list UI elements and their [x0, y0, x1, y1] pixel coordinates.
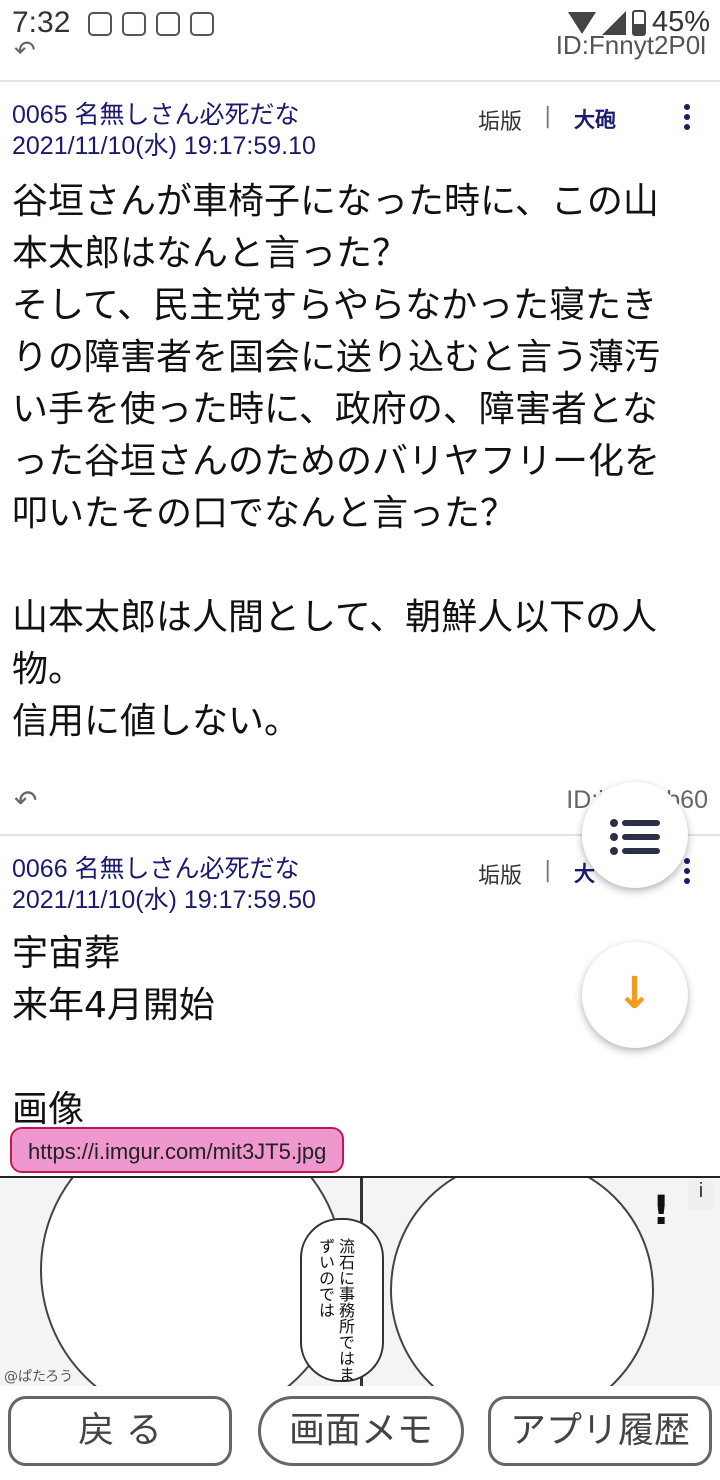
divider	[0, 80, 720, 82]
reply-icon[interactable]: ↶	[14, 784, 37, 817]
post-body: 宇宙葬 来年4月開始 画像	[12, 933, 215, 1130]
phone-icon	[122, 12, 146, 36]
post-body: 谷垣さんが車椅子になった時に、この山本太郎はなんと言った？ そして、民主党すらや…	[12, 181, 661, 742]
signal-icon	[601, 10, 626, 35]
separator: |	[544, 104, 552, 129]
illustration-face	[40, 1178, 344, 1386]
info-badge-icon[interactable]: i	[688, 1180, 714, 1210]
post-header[interactable]: 0066 名無しさん必死だな 2021/11/10(水) 19:17:59.50	[12, 854, 462, 916]
notification-icon	[88, 12, 112, 36]
more-options-icon[interactable]	[684, 104, 694, 134]
arrow-down-icon: ↓	[616, 968, 653, 1019]
image-thumbnail[interactable]: 流石に事務所ではまずいのでは ! i @ぱたろう	[0, 1176, 720, 1386]
separator: |	[544, 858, 552, 883]
illustration-face	[390, 1178, 654, 1386]
status-notification-icons	[88, 12, 214, 36]
image-link[interactable]: https://i.imgur.com/mit3JT5.jpg	[10, 1127, 345, 1173]
post-0065: 0065 名無しさん必死だな 2021/11/10(水) 19:17:59.10…	[0, 100, 720, 830]
bottom-bar: 戻 る 画面メモ アプリ履歴	[0, 1386, 720, 1480]
speech-bubble-text: 流石に事務所ではまずいのでは	[316, 1238, 355, 1382]
post-header[interactable]: 0065 名無しさん必死だな 2021/11/10(水) 19:17:59.10	[12, 100, 462, 162]
battery-icon	[631, 9, 646, 36]
battery-percent: 45%	[651, 6, 710, 38]
list-icon	[610, 819, 660, 862]
phone-icon	[156, 12, 180, 36]
status-time: 7:32	[12, 6, 71, 39]
exclamation-mark: !	[652, 1188, 671, 1234]
screen-memo-button[interactable]: 画面メモ	[258, 1396, 464, 1466]
scroll-down-button[interactable]: ↓	[582, 942, 688, 1048]
image-watermark: @ぱたろう	[4, 1369, 74, 1385]
board-label: 垢版	[478, 864, 523, 889]
app-history-button[interactable]: アプリ履歴	[488, 1396, 712, 1466]
thread-list-button[interactable]	[582, 782, 688, 888]
back-button[interactable]: 戻 る	[8, 1396, 232, 1466]
wifi-icon	[567, 11, 596, 34]
download-icon	[190, 12, 214, 36]
category-label[interactable]: 大砲	[574, 104, 616, 134]
board-label: 垢版	[478, 110, 523, 135]
poster-id[interactable]: ID:Fnnyt2P0l	[556, 36, 706, 61]
previous-post-footer: ↶ ID:Fnnyt2P0l	[0, 36, 720, 80]
more-options-icon[interactable]	[684, 858, 694, 888]
reply-icon[interactable]: ↶	[14, 36, 36, 66]
status-right: 45%	[567, 6, 710, 39]
